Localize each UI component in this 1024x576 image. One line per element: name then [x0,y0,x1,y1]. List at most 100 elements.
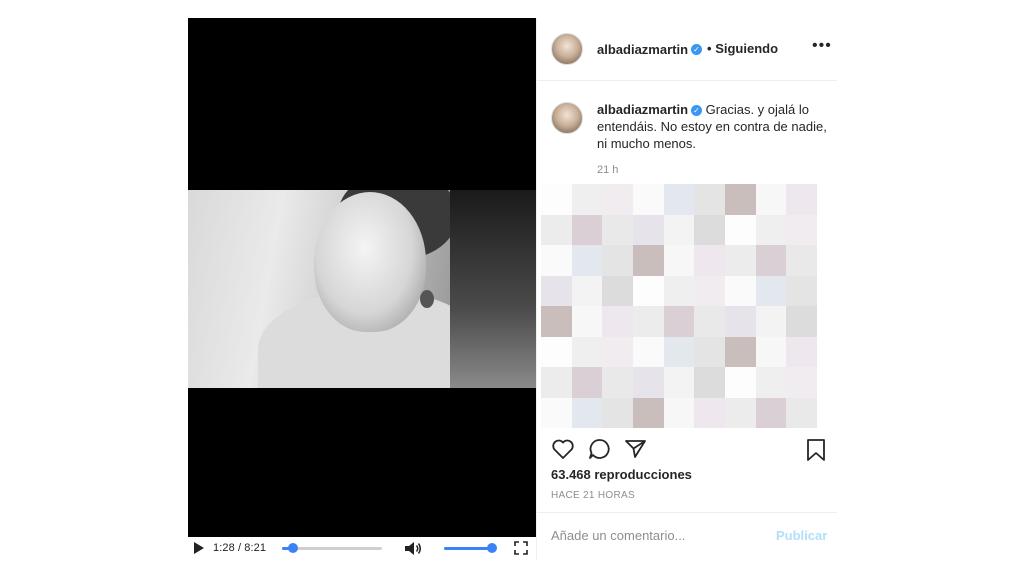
pixel-block [755,245,787,276]
comment-username[interactable]: albadiazmartin [597,102,688,117]
comment-time[interactable]: 21 h [597,164,618,176]
volume-slider-fill [444,547,492,550]
pixel-block [571,245,603,276]
pixel-block [602,275,633,306]
follow-status[interactable]: • Siguiendo [707,41,778,56]
fullscreen-icon[interactable] [514,541,528,555]
pixel-block [602,367,633,398]
pixel-block [541,245,572,276]
pixel-block [571,214,603,245]
pixel-block [663,367,695,398]
pixel-block [571,306,603,337]
pixel-block [602,245,633,276]
pixel-block [632,367,664,398]
video-controls: 1:28 / 8:21 [188,537,536,560]
pixel-block [663,245,695,276]
pixel-block [602,397,633,428]
view-count[interactable]: 63.468 reproducciones [551,467,692,482]
pixel-block [694,245,725,276]
pixel-block [541,336,572,367]
pixel-block [632,336,664,367]
video-subject-earring [420,290,434,308]
pixel-block [632,214,664,245]
pixel-block [663,336,695,367]
pixel-block [786,306,817,337]
video-time: 1:28 / 8:21 [213,542,267,554]
pixel-block [786,397,817,428]
volume-slider-handle[interactable] [486,543,497,553]
pixel-block [755,184,787,215]
verified-badge-icon: ✓ [691,44,703,56]
pixel-block [571,336,603,367]
pixel-block [694,336,725,367]
publish-button[interactable]: Publicar [776,528,827,543]
video-player[interactable]: 1:28 / 8:21 [188,18,536,560]
header-username[interactable]: albadiazmartin [597,42,688,57]
pixel-block [663,184,695,215]
action-bar [537,434,837,466]
pixel-block [786,275,817,306]
video-subject-face [314,192,426,332]
pixel-block [632,245,664,276]
seek-bar[interactable] [282,543,382,553]
pixel-block [602,214,633,245]
video-frame[interactable] [188,190,536,388]
pixel-block [663,306,695,337]
play-icon[interactable] [194,542,204,554]
bookmark-icon[interactable] [805,438,827,462]
pixel-block [786,245,817,276]
pixel-block [694,184,725,215]
pixel-block [755,336,787,367]
pixel-block [724,306,756,337]
share-icon[interactable] [624,438,648,460]
pixel-block [786,336,817,367]
pixel-block [632,397,664,428]
more-horizontal-icon[interactable]: ••• [812,37,832,55]
pixel-block [571,275,603,306]
pixel-block [663,397,695,428]
pixel-block [755,367,787,398]
header-user: albadiazmartin ✓ [597,41,703,59]
comment-avatar[interactable] [551,102,583,134]
pixel-block [571,184,603,215]
pixel-block [755,214,787,245]
pixel-block [602,306,633,337]
volume-icon[interactable] [404,541,422,556]
pixel-block [632,275,664,306]
post-timestamp[interactable]: HACE 21 HORAS [551,490,635,501]
pixel-block [541,367,572,398]
pixel-block [571,367,603,398]
comment-icon[interactable] [588,438,612,460]
pixel-block [724,367,756,398]
pixel-block [541,214,572,245]
pixel-block [632,184,664,215]
pixel-block [755,397,787,428]
verified-badge-icon: ✓ [691,105,703,117]
pixel-block [541,275,572,306]
pixel-block [602,184,633,215]
pixel-block [786,367,817,398]
comment-input[interactable]: Añade un comentario... [551,528,685,543]
pixel-block [694,397,725,428]
avatar[interactable] [551,33,583,65]
pixel-block [724,245,756,276]
add-comment-bar: Añade un comentario... Publicar [537,512,837,561]
pixel-block [541,397,572,428]
seek-bar-handle[interactable] [288,543,298,553]
pixel-block [755,275,787,306]
volume-slider[interactable] [444,543,497,553]
pixel-block [694,214,725,245]
pixel-block [663,275,695,306]
pixel-block [694,306,725,337]
pixel-block [663,214,695,245]
pixel-block [724,184,756,215]
separator-dot: • [707,41,712,56]
heart-icon[interactable] [551,438,575,460]
pixel-block [755,306,787,337]
pixel-block [724,275,756,306]
post-sidebar: albadiazmartin ✓ • Siguiendo ••• albadiaz… [536,18,837,560]
instagram-post: 1:28 / 8:21 albadiazmartin ✓ • Siguiendo… [188,18,837,560]
pixel-block [694,275,725,306]
pixel-block [724,397,756,428]
pixel-block [786,184,817,215]
